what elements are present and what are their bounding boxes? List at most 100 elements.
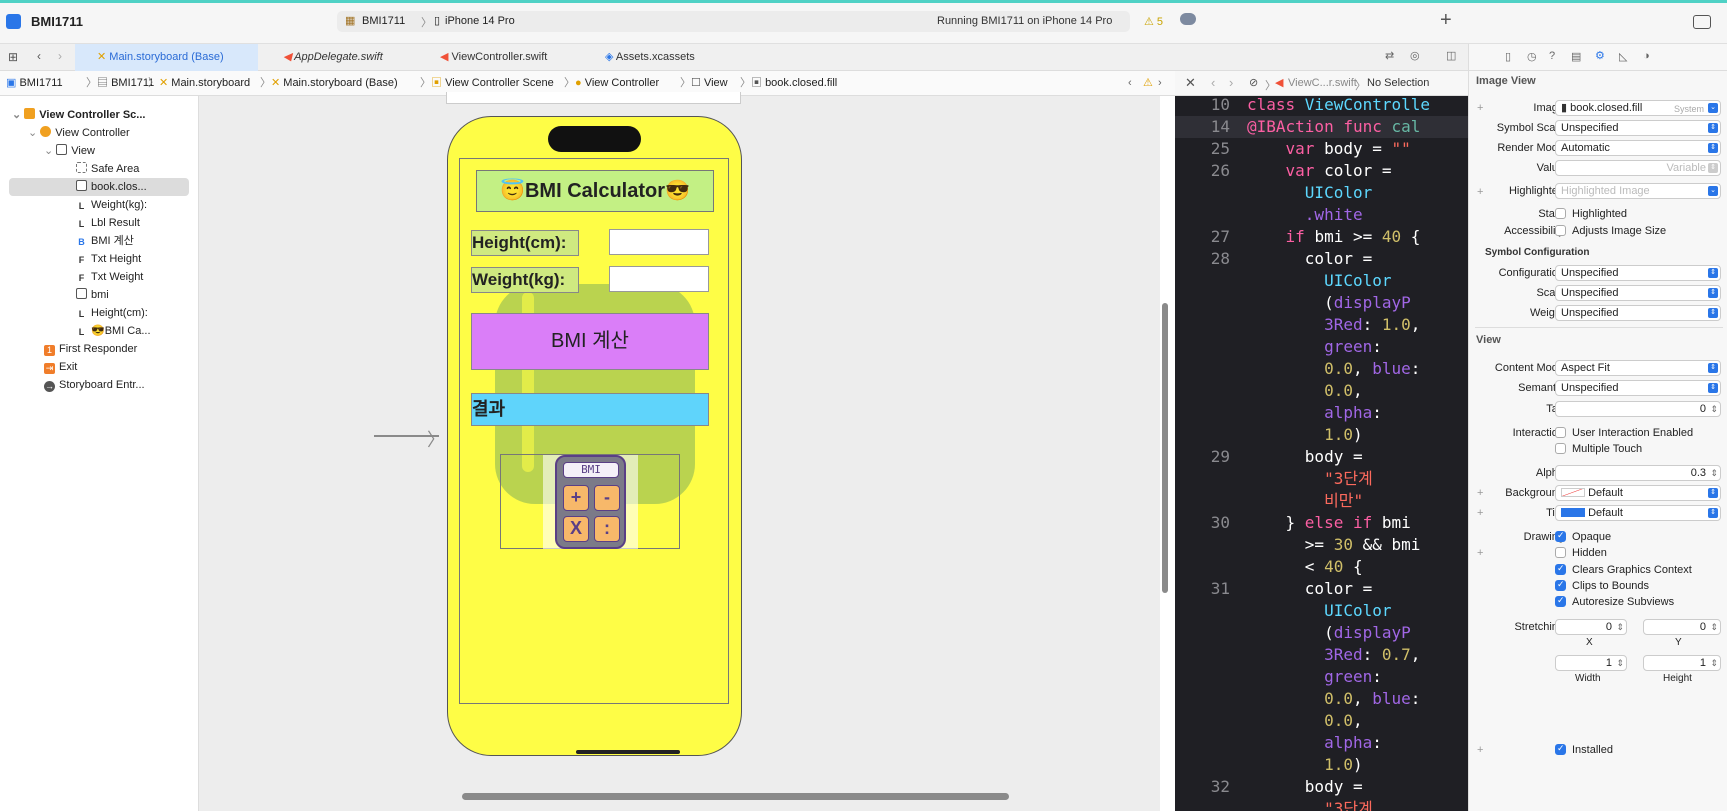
outline-height-label[interactable]: L Height(cm): — [76, 304, 148, 322]
tag-field[interactable]: 0 ⇕ — [1555, 401, 1721, 417]
forward-icon[interactable]: › — [1229, 75, 1233, 90]
outline-txt-height[interactable]: F Txt Height — [76, 250, 141, 268]
breadcrumb-item[interactable]: 〉▣ book.closed.fill — [740, 71, 837, 96]
grid-icon[interactable]: ⊞ — [8, 50, 18, 64]
size-icon[interactable]: ◺ — [1619, 50, 1627, 63]
code-line[interactable]: 28 color = — [1175, 248, 1468, 270]
code-line[interactable]: alpha: — [1175, 732, 1468, 754]
value-field[interactable]: Variable ⇕ — [1555, 160, 1721, 176]
code-line[interactable]: 25 var body = "" — [1175, 138, 1468, 160]
code-line[interactable]: 26 var color = — [1175, 160, 1468, 182]
code-line[interactable]: 27 if bmi >= 40 { — [1175, 226, 1468, 248]
code-line[interactable]: 30 } else if bmi — [1175, 512, 1468, 534]
connections-icon[interactable]: ◑ — [1643, 50, 1650, 62]
code-line[interactable]: .white — [1175, 204, 1468, 226]
cloud-icon[interactable] — [1180, 13, 1196, 25]
tint-popup[interactable]: Default ⇕ — [1555, 505, 1721, 521]
code-line[interactable]: 32 body = — [1175, 776, 1468, 798]
code-line[interactable]: 1.0) — [1175, 754, 1468, 776]
scheme-selector[interactable]: BMI1711 — [362, 15, 405, 27]
code-line[interactable]: 10 class ViewControlle — [1175, 96, 1468, 116]
code-line[interactable]: 0.0, blue: — [1175, 688, 1468, 710]
background-popup[interactable]: Default ⇕ — [1555, 485, 1721, 501]
code-line[interactable]: 29 body = — [1175, 446, 1468, 468]
outline-scene[interactable]: ⌄ View Controller Sc... — [12, 106, 145, 124]
highlighted-checkbox[interactable] — [1555, 208, 1566, 219]
forward-icon[interactable]: › — [58, 49, 62, 63]
code-line[interactable]: UIColor — [1175, 182, 1468, 204]
code-line[interactable]: 31 color = — [1175, 578, 1468, 600]
assistant-selection[interactable]: No Selection — [1367, 77, 1429, 89]
stretch-x-field[interactable]: 0 ⇕ — [1555, 619, 1627, 635]
code-line[interactable]: 비만" — [1175, 490, 1468, 512]
plus-icon[interactable]: + — [1477, 744, 1483, 756]
outline-txt-weight[interactable]: F Txt Weight — [76, 268, 144, 286]
tab-appdelegate[interactable]: ◀ AppDelegate.swift — [283, 44, 413, 71]
outline-safe-area[interactable]: Safe Area — [76, 160, 139, 178]
outline-storyboard-entry[interactable]: → Storyboard Entr... — [44, 376, 145, 394]
tab-assets[interactable]: ◈ Assets.xcassets — [605, 44, 725, 71]
stretch-y-field[interactable]: 0 ⇕ — [1643, 619, 1721, 635]
assistant-file[interactable]: ViewC...r.swift — [1288, 77, 1357, 89]
autoresize-checkbox[interactable] — [1555, 595, 1566, 607]
render-mode-popup[interactable]: Automatic ⇕ — [1555, 140, 1721, 156]
outline-bmi-image[interactable]: bmi — [76, 286, 109, 304]
link-icon[interactable]: ⊘ — [1249, 76, 1258, 89]
code-line[interactable]: "3단계 — [1175, 468, 1468, 490]
code-line[interactable]: 1.0) — [1175, 424, 1468, 446]
scale-popup[interactable]: Unspecified ⇕ — [1555, 285, 1721, 301]
opaque-checkbox[interactable] — [1555, 530, 1566, 542]
code-line[interactable]: (displayP — [1175, 292, 1468, 314]
code-lines[interactable]: 10 class ViewControlle 14 @IBAction func ca… — [1175, 96, 1468, 811]
outline-title-label[interactable]: L 😎BMI Ca... — [76, 322, 151, 340]
issue-next-icon[interactable]: › — [1158, 71, 1162, 96]
semantic-popup[interactable]: Unspecified ⇕ — [1555, 380, 1721, 396]
weight-popup[interactable]: Unspecified ⇕ — [1555, 305, 1721, 321]
user-interaction-checkbox[interactable] — [1555, 427, 1566, 438]
breadcrumb-item[interactable]: 〉✕ Main.storyboard (Base) — [260, 71, 398, 96]
breadcrumb-item[interactable]: 〉✕ Main.storyboard — [148, 71, 250, 96]
vertical-scrollbar[interactable] — [1162, 303, 1168, 593]
code-line[interactable]: (displayP — [1175, 622, 1468, 644]
installed-checkbox[interactable] — [1555, 743, 1566, 755]
symbol-scale-popup[interactable]: Unspecified ⇕ — [1555, 120, 1721, 136]
tab-viewcontroller[interactable]: ◀ ViewController.swift — [440, 44, 590, 71]
code-line[interactable]: >= 30 && bmi — [1175, 534, 1468, 556]
code-line[interactable]: 0.0, — [1175, 710, 1468, 732]
code-line[interactable]: < 40 { — [1175, 556, 1468, 578]
content-mode-popup[interactable]: Aspect Fit ⇕ — [1555, 360, 1721, 376]
outline-bmi-button[interactable]: B BMI 계산 — [76, 232, 134, 250]
related-items-icon[interactable]: ⇄ — [1385, 49, 1394, 62]
split-editor-icon[interactable]: ◫ — [1446, 49, 1456, 62]
horizontal-scrollbar[interactable] — [462, 793, 1009, 800]
outline-first-responder[interactable]: 1 First Responder — [44, 340, 137, 358]
identity-icon[interactable]: ▤ — [1571, 50, 1581, 63]
stretch-height-field[interactable]: 1 ⇕ — [1643, 655, 1721, 671]
file-inspector-icon[interactable]: ▯ — [1505, 50, 1511, 63]
code-line[interactable]: UIColor — [1175, 270, 1468, 292]
breadcrumb-item[interactable]: ▣ BMI1711 — [6, 71, 63, 96]
back-icon[interactable]: ‹ — [37, 49, 41, 63]
code-line[interactable]: alpha: — [1175, 402, 1468, 424]
add-icon[interactable]: + — [1440, 9, 1452, 32]
review-icon[interactable]: ◎ — [1410, 49, 1420, 62]
clears-context-checkbox[interactable] — [1555, 563, 1566, 575]
code-line[interactable]: green: — [1175, 336, 1468, 358]
close-icon[interactable]: ✕ — [1185, 75, 1196, 91]
hidden-checkbox[interactable] — [1555, 547, 1566, 558]
highlighted-image-field[interactable]: Highlighted Image ⌄ — [1555, 183, 1721, 199]
breadcrumb-item[interactable]: 〉▤ BMI1711 — [86, 71, 154, 96]
configuration-popup[interactable]: Unspecified ⇕ — [1555, 265, 1721, 281]
alpha-field[interactable]: 0.3 ⇕ — [1555, 465, 1721, 481]
assistant-code-editor[interactable]: ✕ ‹ › ⊘ 〉 ◀ ViewC...r.swift 〉 No Selecti… — [1175, 71, 1468, 811]
outline-view[interactable]: ⌄ View — [44, 142, 95, 160]
issue-prev-icon[interactable]: ‹ — [1128, 71, 1132, 96]
code-line[interactable]: UIColor — [1175, 600, 1468, 622]
plus-icon[interactable]: + — [1477, 547, 1483, 559]
help-icon[interactable]: ? — [1549, 50, 1555, 62]
adjusts-size-checkbox[interactable] — [1555, 225, 1566, 236]
stretch-width-field[interactable]: 1 ⇕ — [1555, 655, 1627, 671]
storyboard-canvas[interactable]: 〉 😇BMI Calculator😎 Height(cm): Weight(kg… — [199, 92, 1168, 811]
warnings-badge[interactable]: ⚠ 5 — [1144, 15, 1163, 28]
warning-icon[interactable]: ⚠ — [1143, 71, 1153, 96]
